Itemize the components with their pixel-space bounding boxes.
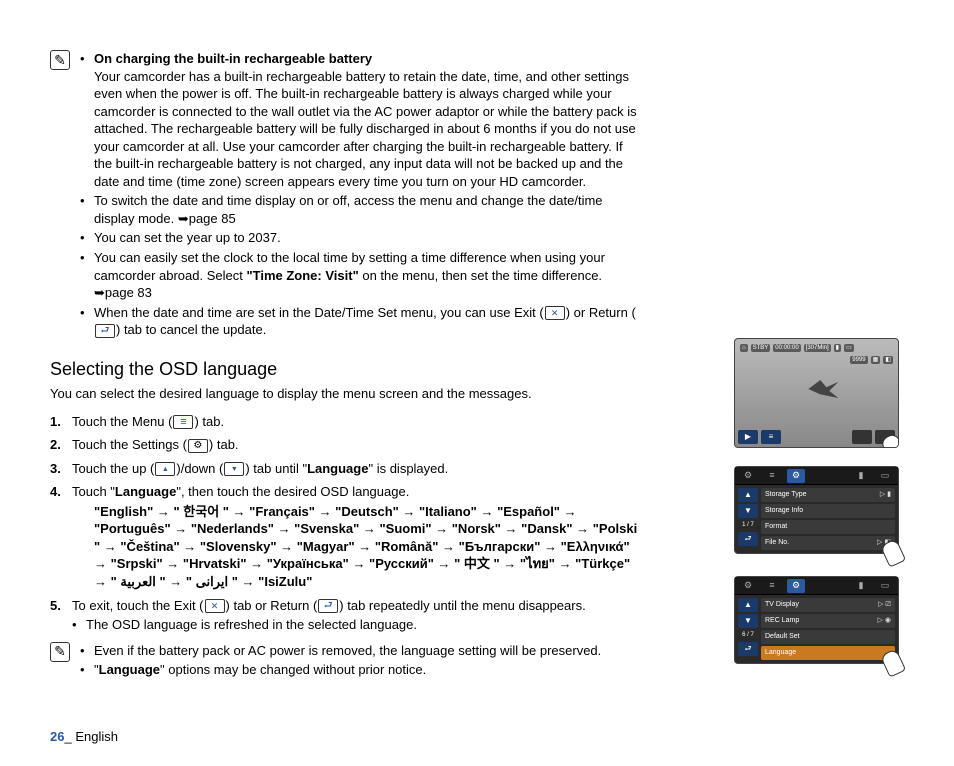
down-icon — [224, 462, 244, 476]
stby-indicator: STBY — [751, 344, 771, 352]
settings-screen-1: ⚙ ≡ ⚙ ▮ ▭ ▲ ▼ 1 / 7 ⮐ Storage Type▷ ▮ St… — [734, 466, 899, 554]
settings-screen-2: ⚙ ≡ ⚙ ▮ ▭ ▲ ▼ 6 / 7 ⮐ TV Display▷ ⎚ REC … — [734, 576, 899, 664]
up-icon — [155, 462, 175, 476]
time-counter: 00:00:00 — [773, 344, 800, 352]
nav-column: ▲ ▼ 1 / 7 ⮐ — [735, 485, 761, 553]
quality-icon: ▦ — [871, 356, 881, 364]
bullet-title: On charging the built-in rechargeable ba… — [94, 51, 372, 66]
footer-lang: English — [75, 729, 118, 744]
step-5: To exit, touch the Exit () tab or Return… — [50, 597, 640, 634]
steps-list: Touch the Menu () tab. Touch the Setting… — [50, 413, 640, 634]
note-preserved: Even if the battery pack or AC power is … — [80, 642, 640, 660]
nav-column: ▲ ▼ 6 / 7 ⮐ — [735, 595, 761, 663]
home-icon: ⌂ — [740, 344, 748, 352]
gear-icon[interactable]: ⚙ — [739, 469, 757, 483]
gear-icon[interactable]: ⚙ — [739, 579, 757, 593]
battery-icon: ▭ — [844, 344, 854, 352]
row-file-no[interactable]: File No.▷ ◧ — [761, 536, 895, 550]
bullet-switch-display: To switch the date and time display on o… — [80, 192, 640, 227]
settings-tab-active[interactable]: ⚙ — [787, 469, 805, 483]
remain-time: [307Min] — [804, 344, 831, 352]
preview-topbar: ⌂ STBY 00:00:00 [307Min] ▮ ▭ — [738, 342, 895, 354]
finger-pointer-icon — [878, 433, 899, 448]
row-format[interactable]: Format — [761, 520, 895, 534]
tab-strip: ⚙ ≡ ⚙ ▮ ▭ — [735, 577, 898, 595]
page-number: 26 — [50, 729, 64, 744]
list-icon[interactable]: ≡ — [763, 469, 781, 483]
page-footer: 26_ English — [50, 728, 118, 746]
shot-count: 9999 — [850, 356, 867, 364]
note-icon: ✎ — [50, 50, 70, 70]
return-button[interactable]: ⮐ — [738, 642, 758, 656]
list-icon[interactable]: ≡ — [763, 579, 781, 593]
step-1: Touch the Menu () tab. — [50, 413, 640, 431]
note-icon: ✎ — [50, 642, 70, 662]
section-heading: Selecting the OSD language — [50, 357, 640, 381]
page-counter: 1 / 7 — [738, 520, 758, 530]
bullet-year: You can set the year up to 2037. — [80, 229, 640, 247]
bullet-exit-return: When the date and time are set in the Da… — [80, 304, 640, 339]
step-2: Touch the Settings () tab. — [50, 436, 640, 454]
finger-pointer-icon — [878, 539, 906, 563]
row-default-set[interactable]: Default Set — [761, 630, 895, 644]
return-icon — [318, 599, 338, 613]
card-icon: ▮ — [852, 579, 870, 593]
section-intro: You can select the desired language to d… — [50, 385, 640, 403]
mode-icon: ◧ — [883, 356, 893, 364]
note-block-bottom: ✎ Even if the battery pack or AC power i… — [50, 642, 640, 681]
preview-bottombar: ▶ ≡ — [738, 430, 895, 444]
row-tv-display[interactable]: TV Display▷ ⎚ — [761, 598, 895, 612]
card-icon: ▮ — [852, 469, 870, 483]
step-4: Touch "Language", then touch the desired… — [50, 483, 640, 590]
bullet-body: Your camcorder has a built-in rechargeab… — [94, 69, 637, 189]
down-button[interactable]: ▼ — [738, 504, 758, 518]
settings-tab-active[interactable]: ⚙ — [787, 579, 805, 593]
return-icon — [95, 324, 115, 338]
menu-icon — [173, 415, 193, 429]
row-rec-lamp[interactable]: REC Lamp▷ ◉ — [761, 614, 895, 628]
bullet-charging: On charging the built-in rechargeable ba… — [80, 50, 640, 190]
row-language[interactable]: Language — [761, 646, 895, 660]
bird-silhouette — [808, 380, 838, 398]
preview-row2: 9999 ▦ ◧ — [738, 354, 895, 366]
camcorder-preview-screen: ⌂ STBY 00:00:00 [307Min] ▮ ▭ 9999 ▦ ◧ ▶ … — [734, 338, 899, 448]
screenshots-sidebar: ⌂ STBY 00:00:00 [307Min] ▮ ▭ 9999 ▦ ◧ ▶ … — [734, 338, 914, 686]
main-content: ✎ On charging the built-in rechargeable … — [50, 50, 640, 685]
step-5-sub: The OSD language is refreshed in the sel… — [72, 616, 640, 634]
return-button[interactable]: ⮐ — [738, 532, 758, 546]
battery-icon: ▭ — [876, 579, 894, 593]
up-button[interactable]: ▲ — [738, 598, 758, 612]
menu-button[interactable]: ≡ — [761, 430, 781, 444]
row-storage-type[interactable]: Storage Type▷ ▮ — [761, 488, 895, 502]
tab-strip: ⚙ ≡ ⚙ ▮ ▭ — [735, 467, 898, 485]
down-button[interactable]: ▼ — [738, 614, 758, 628]
exit-icon — [205, 599, 225, 613]
exit-icon — [545, 306, 565, 320]
row-storage-info[interactable]: Storage Info — [761, 504, 895, 518]
note-block-top: ✎ On charging the built-in rechargeable … — [50, 50, 640, 341]
page-counter: 6 / 7 — [738, 630, 758, 640]
note-change: "Language" options may be changed withou… — [80, 661, 640, 679]
step-3: Touch the up ()/down () tab until "Langu… — [50, 460, 640, 478]
card-icon: ▮ — [834, 344, 841, 352]
finger-pointer-icon — [878, 649, 906, 673]
play-button[interactable]: ▶ — [738, 430, 758, 444]
battery-icon: ▭ — [876, 469, 894, 483]
language-list: "English" → " 한국어 " → "Français" → "Deut… — [72, 503, 640, 591]
up-button[interactable]: ▲ — [738, 488, 758, 502]
indicator — [852, 430, 872, 444]
settings-icon — [188, 439, 208, 453]
bullet-timezone: You can easily set the clock to the loca… — [80, 249, 640, 302]
